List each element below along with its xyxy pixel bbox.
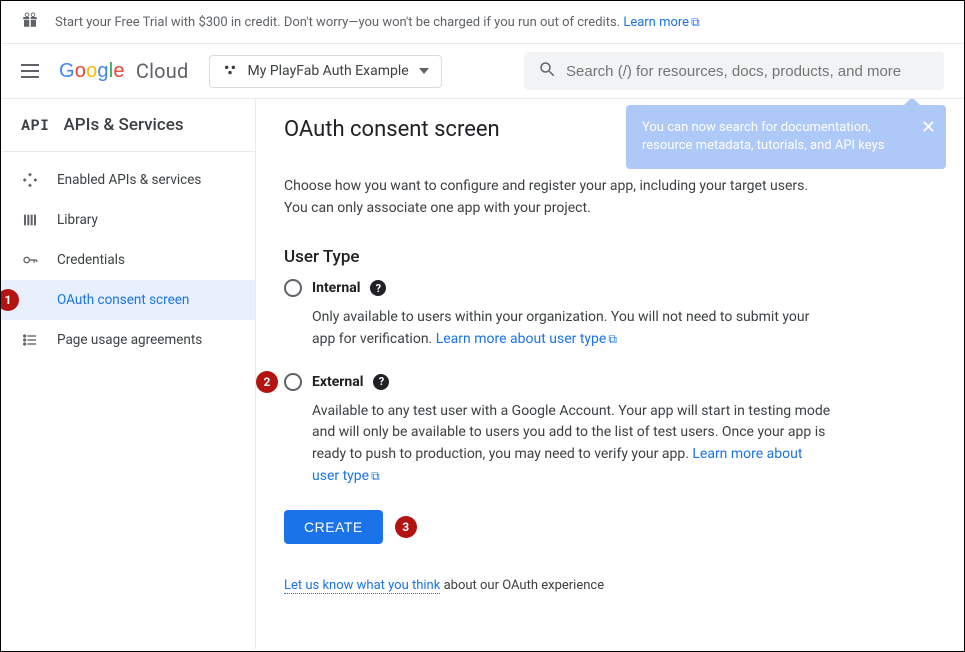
project-icon <box>222 62 238 81</box>
search-tooltip: You can now search for documentation, re… <box>626 105 946 169</box>
sidebar-item-oauth-consent[interactable]: 1 OAuth consent screen <box>1 280 255 320</box>
sidebar-item-library[interactable]: Library <box>1 200 255 240</box>
user-type-internal-radio[interactable] <box>284 279 302 297</box>
settings-list-icon <box>21 332 39 348</box>
navigation-menu-button[interactable] <box>21 64 39 78</box>
external-link-icon: ⧉ <box>608 330 617 349</box>
feedback-row: Let us know what you think about our OAu… <box>284 578 936 593</box>
sidebar-item-enabled-apis[interactable]: Enabled APIs & services <box>1 160 255 200</box>
google-cloud-logo[interactable]: Google Cloud <box>59 59 189 83</box>
sidebar-item-label: Enabled APIs & services <box>57 172 201 188</box>
library-icon <box>21 212 39 228</box>
sidebar-item-label: OAuth consent screen <box>57 292 189 308</box>
project-picker[interactable]: My PlayFab Auth Example <box>209 55 442 88</box>
sidebar-item-label: Library <box>57 212 98 228</box>
page-intro: Choose how you want to configure and reg… <box>284 176 824 219</box>
gift-icon <box>21 11 39 33</box>
search-box[interactable] <box>524 52 944 90</box>
help-icon[interactable]: ? <box>373 374 389 390</box>
sidebar-item-credentials[interactable]: Credentials <box>1 240 255 280</box>
help-icon[interactable]: ? <box>370 280 386 296</box>
annotation-badge-1: 1 <box>0 289 19 311</box>
promo-learn-more-link[interactable]: Learn more⧉ <box>623 15 699 30</box>
learn-more-user-type-internal-link[interactable]: Learn more about user type⧉ <box>436 331 617 347</box>
sidebar: API APIs & Services Enabled APIs & servi… <box>1 99 256 649</box>
user-type-external-label: External <box>312 374 363 390</box>
key-icon <box>21 252 39 268</box>
user-type-heading: User Type <box>284 247 936 267</box>
sidebar-item-label: Credentials <box>57 252 125 268</box>
user-type-external-desc: Available to any test user with a Google… <box>312 401 832 488</box>
free-trial-banner: Start your Free Trial with $300 in credi… <box>1 1 964 44</box>
search-icon <box>538 60 556 82</box>
sidebar-item-page-usage[interactable]: Page usage agreements <box>1 320 255 360</box>
sidebar-item-label: Page usage agreements <box>57 332 202 348</box>
external-link-icon: ⧉ <box>371 467 380 486</box>
main-content: You can now search for documentation, re… <box>256 99 964 649</box>
api-icon: API <box>21 115 50 135</box>
user-type-internal-label: Internal <box>312 280 360 296</box>
user-type-external-radio[interactable] <box>284 373 302 391</box>
feedback-link[interactable]: Let us know what you think <box>284 578 440 594</box>
sidebar-title: API APIs & Services <box>1 99 255 152</box>
top-app-bar: Google Cloud My PlayFab Auth Example <box>1 44 964 99</box>
user-type-internal-desc: Only available to users within your orga… <box>312 307 832 350</box>
promo-text: Start your Free Trial with $300 in credi… <box>55 15 623 30</box>
external-link-icon: ⧉ <box>691 15 700 30</box>
caret-down-icon <box>419 68 429 74</box>
annotation-badge-2: 2 <box>256 371 278 393</box>
create-button[interactable]: CREATE <box>284 510 383 544</box>
tooltip-close-button[interactable]: ✕ <box>921 115 936 140</box>
annotation-badge-3: 3 <box>395 516 417 538</box>
project-name: My PlayFab Auth Example <box>248 63 409 79</box>
diamond-icon <box>21 172 39 188</box>
search-input[interactable] <box>566 63 930 80</box>
